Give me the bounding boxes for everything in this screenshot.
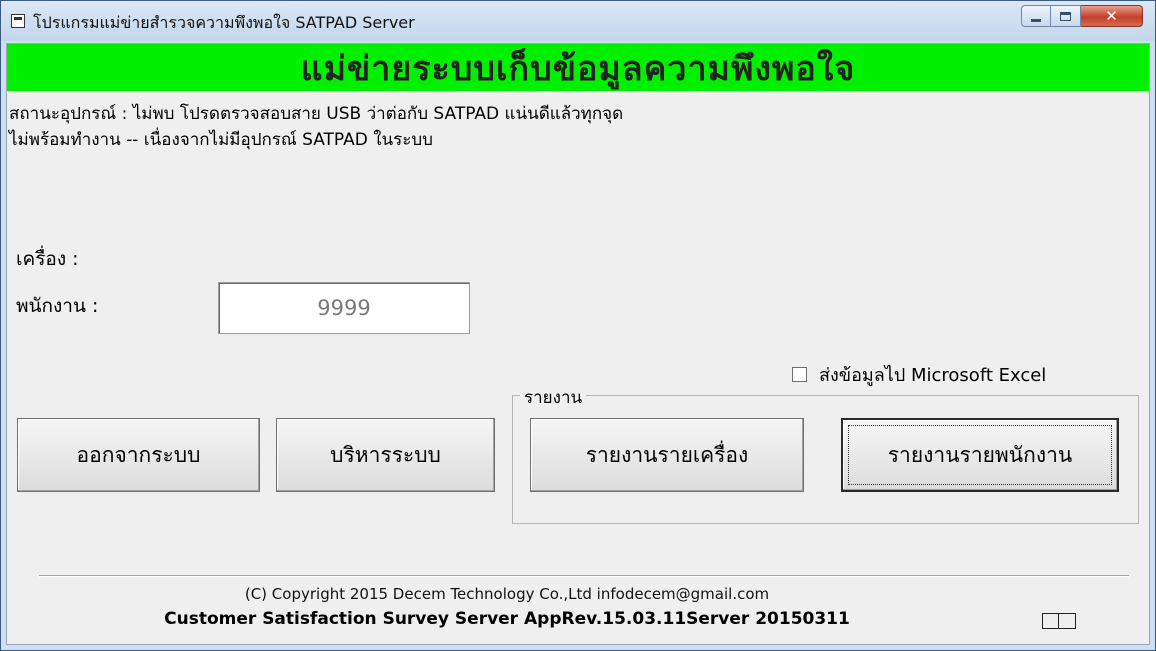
- admin-button[interactable]: บริหารระบบ: [276, 418, 495, 492]
- title-bar[interactable]: โปรแกรมแม่ข่ายสำรวจความพึงพอใจ SATPAD Se…: [1, 1, 1155, 41]
- footer-separator: [39, 575, 1129, 577]
- minimize-button[interactable]: [1021, 5, 1051, 27]
- client-area: แม่ข่ายระบบเก็บข้อมูลความพึงพอใจ สถานะอุ…: [6, 43, 1150, 645]
- employee-label: พนักงาน :: [16, 295, 99, 317]
- excel-export-checkbox[interactable]: [792, 367, 807, 382]
- report-by-employee-label: รายงานรายพนักงาน: [887, 442, 1073, 467]
- keyboard-indicator-icon: [1042, 613, 1076, 629]
- report-group-title: รายงาน: [520, 384, 587, 411]
- maximize-icon: [1060, 11, 1071, 21]
- ready-status-line: ไม่พร้อมทำงาน -- เนื่องจากไม่มีอุปกรณ์ S…: [9, 130, 433, 150]
- close-icon: ✕: [1105, 7, 1118, 25]
- machine-label: เครื่อง :: [16, 248, 79, 270]
- banner-title: แม่ข่ายระบบเก็บข้อมูลความพึงพอใจ: [7, 44, 1149, 91]
- report-by-machine-label: รายงานรายเครื่อง: [585, 442, 749, 467]
- main-window: โปรแกรมแม่ข่ายสำรวจความพึงพอใจ SATPAD Se…: [0, 0, 1156, 651]
- window-app-icon[interactable]: [11, 14, 25, 28]
- exit-button[interactable]: ออกจากระบบ: [17, 418, 260, 492]
- report-by-employee-button[interactable]: รายงานรายพนักงาน: [841, 418, 1119, 492]
- excel-export-label: ส่งข้อมูลไป Microsoft Excel: [819, 365, 1047, 386]
- exit-button-label: ออกจากระบบ: [76, 442, 201, 467]
- caption-buttons: ✕: [1021, 5, 1143, 29]
- employee-id-field[interactable]: 9999: [218, 282, 470, 334]
- window-title: โปรแกรมแม่ข่ายสำรวจความพึงพอใจ SATPAD Se…: [33, 13, 415, 32]
- report-by-machine-button[interactable]: รายงานรายเครื่อง: [530, 418, 804, 492]
- close-button[interactable]: ✕: [1081, 5, 1143, 27]
- excel-export-option[interactable]: ส่งข้อมูลไป Microsoft Excel: [792, 360, 1046, 389]
- copyright-text: (C) Copyright 2015 Decem Technology Co.,…: [244, 585, 770, 603]
- minimize-icon: [1031, 18, 1041, 22]
- device-status-line: สถานะอุปกรณ์ : ไม่พบ โปรดตรวจสอบสาย USB …: [9, 104, 624, 124]
- maximize-button[interactable]: [1051, 5, 1081, 27]
- app-version-text: Customer Satisfaction Survey Server AppR…: [164, 609, 850, 629]
- admin-button-label: บริหารระบบ: [330, 442, 441, 467]
- employee-id-value: 9999: [317, 296, 371, 320]
